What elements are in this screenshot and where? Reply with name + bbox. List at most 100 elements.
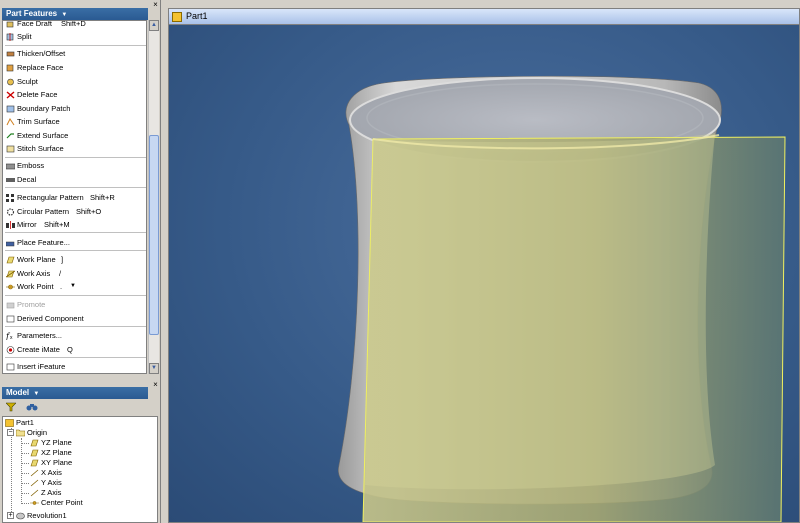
tool-sculpt[interactable]: Sculpt	[3, 75, 146, 88]
document-window: Part1	[168, 8, 800, 523]
separator	[5, 232, 146, 233]
scroll-down-icon[interactable]: ▼	[149, 363, 159, 374]
left-panel: × Part Features ▼ Face Draft Shift+D Spl…	[0, 0, 161, 523]
tool-emboss[interactable]: Emboss	[3, 159, 146, 172]
folder-icon	[16, 429, 25, 437]
separator	[5, 187, 146, 188]
tool-mirror[interactable]: Mirror Shift+M	[3, 218, 146, 231]
tree-guide	[22, 483, 29, 484]
boundary-patch-icon	[6, 105, 15, 113]
tool-stitch-surface[interactable]: Stitch Surface	[3, 142, 146, 155]
model-browser-tree: Part1 − Origin YZ Plane XZ Plane XY Plan…	[2, 416, 158, 523]
collapse-icon[interactable]: −	[7, 429, 14, 436]
work-axis-icon	[30, 469, 39, 477]
insert-ifeature-icon	[6, 363, 15, 371]
derived-component-icon	[6, 315, 15, 323]
trim-surface-icon	[6, 118, 15, 126]
tree-guide	[22, 463, 29, 464]
filter-icon[interactable]	[5, 402, 17, 414]
model-title: Model	[6, 388, 30, 397]
promote-icon	[6, 302, 15, 309]
thicken-icon	[6, 51, 15, 57]
work-point-dropdown-icon[interactable]: ▼	[70, 280, 76, 293]
chevron-down-icon: ▼	[33, 391, 40, 397]
circular-pattern-icon	[6, 208, 15, 216]
tree-guide	[22, 473, 29, 474]
work-plane-icon	[30, 449, 39, 457]
tool-place-feature[interactable]: Place Feature...	[3, 236, 146, 249]
separator	[5, 157, 146, 158]
stitch-surface-icon	[6, 145, 15, 153]
model-header[interactable]: Model ▼	[2, 387, 148, 399]
tool-thicken-offset[interactable]: Thicken/Offset	[3, 47, 146, 60]
sculpt-icon	[7, 78, 14, 86]
chevron-down-icon: ▼	[61, 12, 68, 18]
tool-parameters[interactable]: fx Parameters...	[3, 329, 146, 342]
part-features-header[interactable]: Part Features ▼	[2, 8, 148, 20]
tool-delete-face[interactable]: Delete Face	[3, 88, 146, 101]
tree-guide	[22, 443, 29, 444]
part-icon	[5, 419, 14, 427]
tree-guide	[22, 493, 29, 494]
graphics-canvas[interactable]	[169, 25, 799, 522]
scroll-up-icon[interactable]: ▲	[149, 20, 159, 31]
tool-derived-component[interactable]: Derived Component	[3, 312, 146, 325]
tool-replace-face[interactable]: Replace Face	[3, 61, 146, 74]
document-title: Part1	[186, 11, 208, 21]
work-axis-icon	[30, 489, 39, 497]
delete-face-icon	[6, 91, 15, 99]
tool-trim-surface[interactable]: Trim Surface	[3, 115, 146, 128]
work-plane-icon	[30, 439, 39, 447]
mirror-icon	[6, 221, 15, 229]
expand-icon[interactable]: +	[7, 512, 14, 519]
svg-text:x: x	[10, 335, 13, 340]
work-axis-icon	[30, 479, 39, 487]
tool-decal[interactable]: Decal	[3, 173, 146, 186]
work-plane-icon	[30, 459, 39, 467]
model-close-button[interactable]: ×	[151, 380, 160, 389]
tool-boundary-patch[interactable]: Boundary Patch	[3, 102, 146, 115]
emboss-icon	[6, 163, 15, 170]
tree-guide	[22, 453, 29, 454]
rectangular-pattern-icon	[6, 194, 14, 202]
tool-face-draft[interactable]: Face Draft Shift+D	[3, 21, 146, 30]
tree-guide	[21, 438, 22, 504]
model-view[interactable]	[169, 25, 799, 522]
tool-extend-surface[interactable]: Extend Surface	[3, 129, 146, 142]
tool-work-axis[interactable]: Work Axis /	[3, 267, 146, 280]
work-point-icon	[6, 284, 15, 290]
separator	[5, 45, 146, 46]
tree-guide	[11, 428, 12, 518]
tool-split[interactable]: Split	[3, 30, 146, 43]
parameters-icon: fx	[6, 332, 13, 340]
work-plane-icon	[6, 256, 15, 264]
tool-insert-ifeature[interactable]: Insert iFeature	[3, 360, 146, 373]
work-plane[interactable]	[362, 133, 786, 522]
document-titlebar[interactable]: Part1	[169, 9, 799, 25]
part-features-scrollbar[interactable]: ▲ ▼	[148, 20, 159, 374]
part-features-list: Face Draft Shift+D Split Thicken/Offset …	[2, 20, 147, 374]
split-icon	[6, 33, 14, 41]
separator	[5, 250, 146, 251]
face-draft-icon	[6, 21, 14, 28]
separator	[5, 357, 146, 358]
revolution-icon	[16, 512, 25, 520]
replace-face-icon	[6, 64, 14, 72]
tool-circular-pattern[interactable]: Circular Pattern Shift+O	[3, 205, 146, 218]
tool-promote[interactable]: Promote	[3, 298, 146, 311]
work-point-icon	[30, 501, 39, 505]
tool-create-imate[interactable]: Create iMate Q	[3, 343, 146, 356]
model-toolbar	[2, 401, 158, 416]
tool-rectangular-pattern[interactable]: Rectangular Pattern Shift+R	[3, 191, 146, 204]
extend-surface-icon	[6, 133, 14, 139]
decal-icon	[6, 178, 15, 182]
scroll-thumb[interactable]	[149, 135, 159, 335]
tool-work-plane[interactable]: Work Plane ]	[3, 253, 146, 266]
separator	[5, 295, 146, 296]
tree-guide	[22, 503, 29, 504]
find-icon[interactable]	[26, 402, 38, 414]
part-features-title: Part Features	[6, 9, 58, 18]
place-feature-icon	[6, 241, 15, 247]
close-button[interactable]: ×	[151, 0, 160, 9]
tool-work-point[interactable]: Work Point . ▼	[3, 280, 146, 293]
